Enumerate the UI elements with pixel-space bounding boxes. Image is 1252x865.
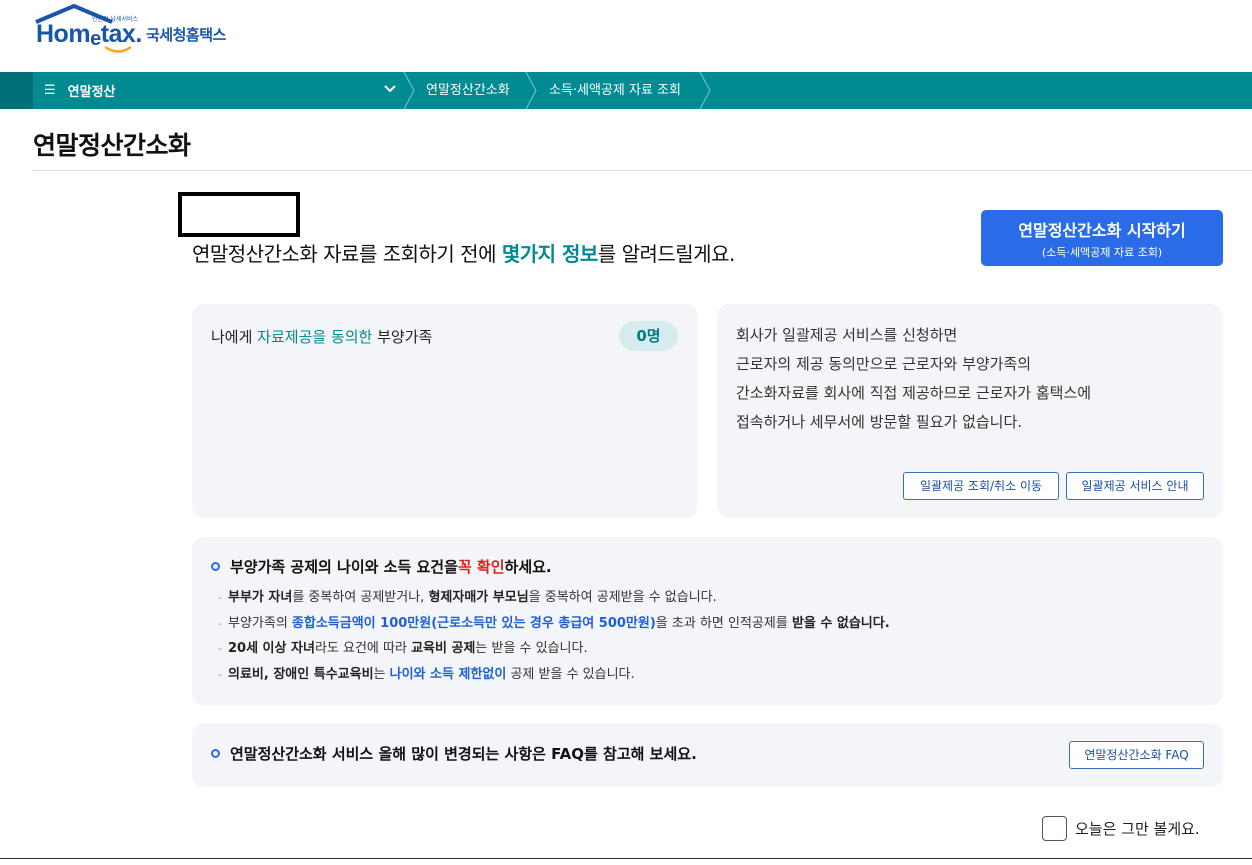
faq-button[interactable]: 연말정산간소화 FAQ [1069,741,1204,769]
nav-menu-button[interactable]: ☰ 연말정산 [44,72,116,109]
breadcrumb-separator-icon [525,72,537,109]
circle-bullet-icon [211,749,220,758]
list-item: 의료비, 장애인 특수교육비는 나이와 소득 제한없이 공제 받을 수 있습니다… [218,662,890,688]
list-item: 부양가족의 종합소득금액이 100만원(근로소득만 있는 경우 총급여 500만… [218,611,890,637]
main-nav-bar: ☰ 연말정산 연말정산간소화 소득·세액공제 자료 조회 [0,72,1252,109]
rules-list: 부부가 자녀를 중복하여 공제받거나, 형제자매가 부모님을 중복하여 공제받을… [218,585,890,687]
breadcrumb-item-deduction-lookup[interactable]: 소득·세액공제 자료 조회 [549,72,681,109]
title-divider [33,170,1252,171]
hometax-logo[interactable]: 민원인 납세서비스 Hometax. 국세청홈택스 [34,4,274,53]
hamburger-icon: ☰ [44,83,56,98]
start-button-label: 연말정산간소화 시작하기 [1018,221,1186,240]
breadcrumb-separator-icon [403,72,415,109]
bulk-line: 회사가 일괄제공 서비스를 신청하면 [736,326,958,344]
consent-dependents-label: 나에게 자료제공을 동의한 부양가족 [211,328,433,346]
faq-message: 연말정산간소화 서비스 올해 많이 변경되는 사항은 FAQ를 참고해 보세요. [211,743,697,764]
rules-heading: 부양가족 공제의 나이와 소득 요건을 꼭 확인 하세요. [211,556,552,577]
bulk-line: 접속하거나 세무서에 방문할 필요가 없습니다. [736,413,1023,431]
consent-count-badge[interactable]: 0명 [619,321,678,351]
consent-dependents-card: 나에게 자료제공을 동의한 부양가족 0명 [192,304,698,518]
bulk-line: 근로자의 제공 동의만으로 근로자와 부양가족의 [736,355,1032,373]
list-item: 부부가 자녀를 중복하여 공제받거나, 형제자매가 부모님을 중복하여 공제받을… [218,585,890,611]
chevron-down-icon[interactable] [383,82,397,96]
logo-wordmark: Hometax. [36,20,142,50]
dismiss-today-option[interactable]: 오늘은 그만 볼게요. [1042,816,1200,841]
dismiss-today-label[interactable]: 오늘은 그만 볼게요. [1075,818,1200,839]
bulk-provision-card: 회사가 일괄제공 서비스를 신청하면 근로자의 제공 동의만으로 근로자와 부양… [717,304,1223,518]
start-simplified-button[interactable]: 연말정산간소화 시작하기 (소득·세액공제 자료 조회) [981,210,1223,266]
page-title: 연말정산간소화 [33,131,191,160]
dependent-rules-card: 부양가족 공제의 나이와 소득 요건을 꼭 확인하세요. 부부가 자녀를 중복하… [192,537,1223,705]
intro-message: 연말정산간소화 자료를 조회하기 전에 몇가지 정보를 알려드릴게요. [192,242,735,266]
logo-smile-icon [104,46,132,53]
redacted-box [178,192,300,237]
start-button-sublabel: (소득·세액공제 자료 조회) [1041,246,1163,259]
dismiss-today-checkbox[interactable] [1042,816,1067,841]
nav-left-strip [0,72,33,109]
breadcrumb-item-simplified[interactable]: 연말정산간소화 [426,72,510,109]
bottom-divider [0,858,1252,859]
logo-korean-name: 국세청홈택스 [146,26,226,44]
nav-menu-label: 연말정산 [67,85,116,100]
list-item: 20세 이상 자녀라도 요건에 따라 교육비 공제는 받을 수 있습니다. [218,636,890,662]
circle-bullet-icon [211,562,220,571]
faq-card: 연말정산간소화 서비스 올해 많이 변경되는 사항은 FAQ를 참고해 보세요.… [192,723,1223,787]
bulk-line: 간소화자료를 회사에 직접 제공하므로 근로자가 홈택스에 [736,384,1092,402]
bulk-service-guide-button[interactable]: 일괄제공 서비스 안내 [1066,472,1204,500]
bulk-lookup-cancel-button[interactable]: 일괄제공 조회/취소 이동 [903,472,1059,500]
bulk-provision-description: 회사가 일괄제공 서비스를 신청하면 근로자의 제공 동의만으로 근로자와 부양… [736,321,1091,437]
breadcrumb-separator-icon [699,72,711,109]
